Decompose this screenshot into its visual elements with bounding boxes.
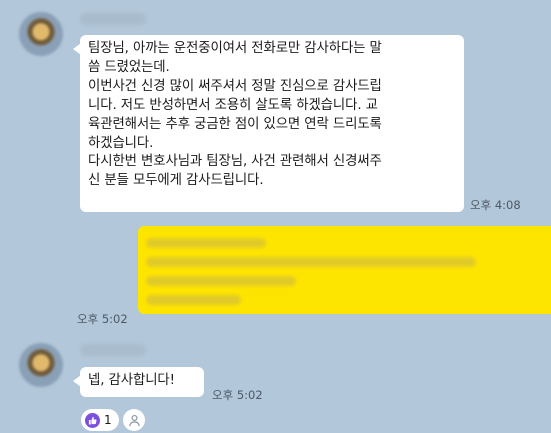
blurred-text-line bbox=[146, 276, 296, 286]
message-timestamp: 오후 5:02 bbox=[77, 312, 128, 326]
reaction-count: 1 bbox=[104, 413, 112, 427]
thumbs-up-icon bbox=[85, 412, 100, 428]
message-bubble-received[interactable]: 넵, 감사합니다! bbox=[73, 367, 204, 397]
person-icon bbox=[128, 414, 140, 426]
blurred-text-line bbox=[146, 257, 476, 267]
message-line: 팀장님, 아까는 운전중이여서 전화로만 감사하다는 말 bbox=[88, 41, 382, 56]
message-timestamp: 오후 4:08 bbox=[470, 198, 521, 212]
sender-name-blurred bbox=[80, 344, 146, 356]
message-text: 넵, 감사합니다! bbox=[88, 373, 175, 388]
sender-avatar[interactable] bbox=[19, 12, 63, 56]
message-line: 육관련해서는 추후 궁금한 점이 있으면 연락 드리도록 bbox=[88, 116, 382, 132]
message-line: 니다. 저도 반성하면서 조용히 살도록 하겠습니다. 교 bbox=[88, 97, 378, 113]
reaction-chip[interactable]: 1 bbox=[81, 409, 119, 431]
add-reaction-button[interactable] bbox=[123, 409, 145, 431]
message-timestamp: 오후 5:02 bbox=[212, 388, 263, 402]
sender-name-blurred bbox=[80, 13, 146, 25]
message-line: 신 분들 모두에게 감사드립니다. bbox=[88, 173, 264, 189]
blurred-text-line bbox=[146, 295, 241, 305]
message-line: 이번사건 신경 많이 써주셔서 정말 진심으로 감사드립 bbox=[88, 78, 382, 94]
message-line: 씀 드렸었는데. bbox=[88, 59, 170, 75]
message-line: 다시한번 변호사님과 팀장님, 사건 관련해서 신경써주 bbox=[88, 154, 382, 170]
message-line: 하겠습니다. bbox=[88, 135, 154, 151]
blurred-text-line bbox=[146, 238, 266, 248]
message-bubble-sent[interactable] bbox=[138, 226, 551, 314]
message-bubble-received[interactable]: 팀장님, 아까는 운전중이여서 전화로만 감사하다는 말 씀 드렸었는데. 이번… bbox=[73, 35, 464, 212]
sender-avatar[interactable] bbox=[19, 343, 63, 387]
